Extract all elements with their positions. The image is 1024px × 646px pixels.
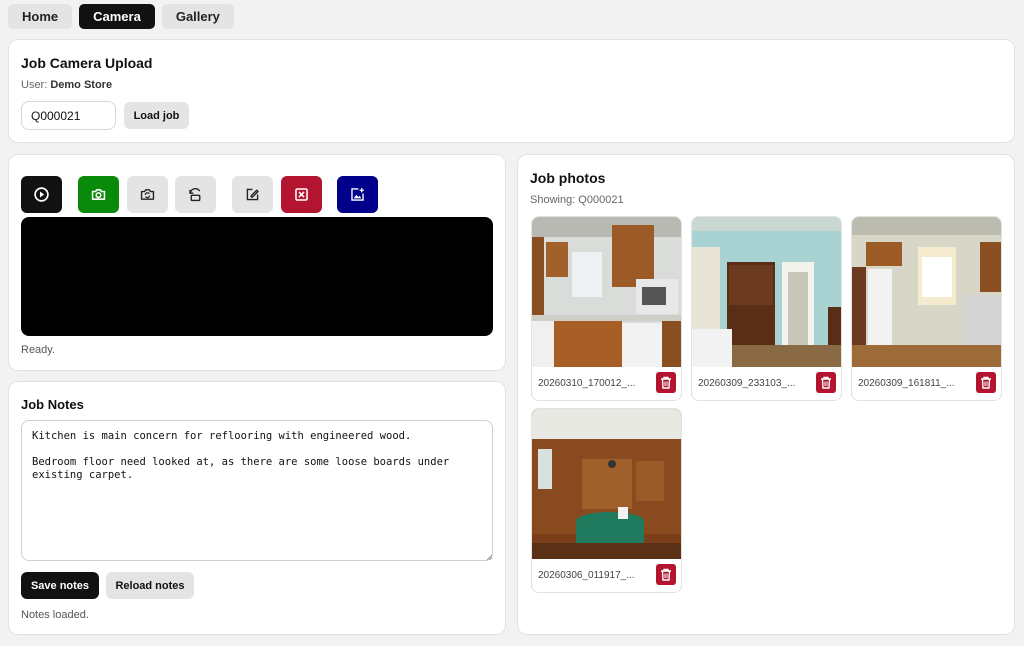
photo-caption: 20260309_161811_... <box>858 378 955 389</box>
photo-caption: 20260309_233103_... <box>698 378 796 389</box>
delete-photo-button[interactable] <box>656 564 676 585</box>
delete-photo-button[interactable] <box>816 372 836 393</box>
close-square-icon <box>295 188 308 201</box>
page-title: Job Camera Upload <box>21 55 153 71</box>
photos-title: Job photos <box>530 170 606 186</box>
edit-icon <box>246 188 259 201</box>
camera-status: Ready. <box>21 344 56 356</box>
play-circle-icon <box>34 187 49 202</box>
edit-button[interactable] <box>232 176 273 213</box>
delete-photo-button[interactable] <box>656 372 676 393</box>
add-image-icon <box>351 188 364 201</box>
showing-label: Showing: Q000021 <box>530 194 624 206</box>
add-image-button[interactable] <box>337 176 378 213</box>
job-photos-panel: Job photos Showing: Q000021 20260310_170… <box>517 154 1015 635</box>
photo-thumbnail[interactable] <box>852 217 1001 367</box>
job-notes-panel: Job Notes Kitchen is main concern for re… <box>8 381 506 635</box>
photo-card: 20260306_011917_... <box>531 408 682 593</box>
top-nav: Home Camera Gallery <box>8 4 234 29</box>
photo-thumbnail[interactable] <box>532 217 681 367</box>
rotate-image-icon <box>189 188 201 202</box>
cancel-button[interactable] <box>281 176 322 213</box>
tab-home[interactable]: Home <box>8 4 73 29</box>
switch-camera-button[interactable] <box>127 176 168 213</box>
delete-photo-button[interactable] <box>976 372 996 393</box>
camera-preview <box>21 217 493 336</box>
photo-card: 20260309_161811_... <box>851 216 1002 401</box>
reload-notes-button[interactable]: Reload notes <box>106 572 194 599</box>
save-notes-button[interactable]: Save notes <box>21 572 99 599</box>
trash-icon <box>661 376 671 389</box>
photo-caption: 20260306_011917_... <box>538 570 635 581</box>
resize-handle-icon[interactable] <box>486 554 493 561</box>
trash-icon <box>981 376 991 389</box>
photo-card: 20260310_170012_... <box>531 216 682 401</box>
load-job-button[interactable]: Load job <box>124 102 189 129</box>
trash-icon <box>821 376 831 389</box>
user-line: User: Demo Store <box>21 79 112 91</box>
photo-caption: 20260310_170012_... <box>538 378 636 389</box>
camera-icon <box>91 189 106 200</box>
job-upload-panel: Job Camera Upload User: Demo Store Q0000… <box>8 39 1015 143</box>
user-name: Demo Store <box>50 79 113 91</box>
notes-textarea[interactable]: Kitchen is main concern for reflooring w… <box>21 420 493 561</box>
job-number-input[interactable]: Q000021 <box>21 101 116 130</box>
notes-status: Notes loaded. <box>21 609 89 621</box>
photo-thumbnail[interactable] <box>692 217 841 367</box>
capture-photo-button[interactable] <box>78 176 119 213</box>
tab-gallery[interactable]: Gallery <box>161 4 234 29</box>
camera-panel: Ready. <box>8 154 506 371</box>
trash-icon <box>661 568 671 581</box>
start-camera-button[interactable] <box>21 176 62 213</box>
user-label: User: <box>21 79 48 91</box>
photo-card: 20260309_233103_... <box>691 216 842 401</box>
switch-camera-icon <box>140 189 155 200</box>
rotate-image-button[interactable] <box>175 176 216 213</box>
notes-title: Job Notes <box>21 397 84 412</box>
tab-camera[interactable]: Camera <box>79 4 155 29</box>
photo-thumbnail[interactable] <box>532 409 681 559</box>
